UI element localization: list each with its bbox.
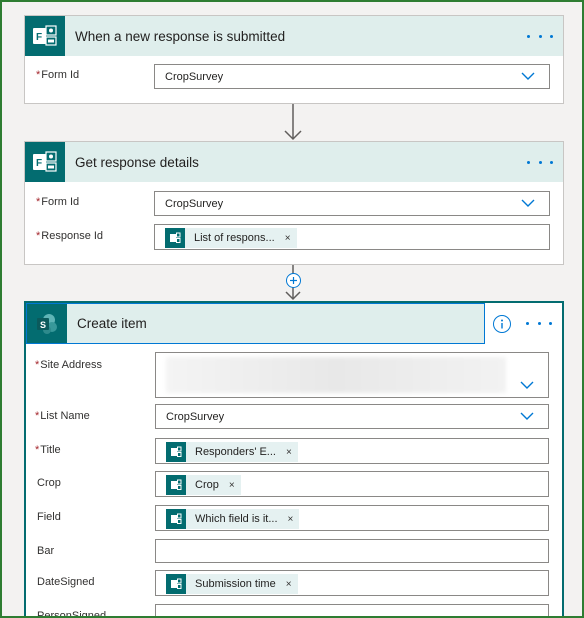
forms-icon: F — [25, 142, 65, 182]
date-signed-field[interactable]: Submission time × — [155, 570, 549, 596]
more-options-icon[interactable] — [527, 154, 553, 170]
create-item-card: S Create item *Site Address *List Name C… — [24, 301, 564, 618]
forms-icon — [166, 509, 186, 529]
forms-icon — [166, 475, 186, 495]
create-item-title: Create item — [77, 316, 147, 331]
title-field[interactable]: Responders' E... × — [155, 438, 549, 464]
chevron-down-icon — [521, 72, 535, 80]
more-options-icon[interactable] — [526, 315, 552, 331]
crop-token[interactable]: Crop × — [166, 475, 241, 495]
get-details-card: F Get response details *Form Id CropSurv… — [24, 141, 564, 265]
flow-arrow — [284, 104, 302, 141]
forms-icon: F — [25, 16, 65, 56]
date-signed-token[interactable]: Submission time × — [166, 574, 298, 594]
response-id-token[interactable]: List of respons... × — [165, 228, 297, 248]
svg-text:F: F — [36, 158, 42, 169]
site-address-label: *Site Address — [35, 359, 103, 371]
trigger-form-id-label: *Form Id — [36, 69, 80, 81]
title-token-label: Responders' E... — [195, 446, 276, 458]
remove-token-icon[interactable]: × — [288, 514, 294, 525]
title-token[interactable]: Responders' E... × — [166, 442, 298, 462]
remove-token-icon[interactable]: × — [285, 233, 291, 244]
add-step-icon[interactable] — [286, 273, 301, 288]
trigger-form-id-value: CropSurvey — [165, 71, 224, 83]
response-id-label: *Response Id — [36, 230, 104, 242]
remove-token-icon[interactable]: × — [286, 447, 292, 458]
get-details-form-id-dropdown[interactable]: CropSurvey — [154, 191, 550, 216]
date-signed-label: DateSigned — [37, 576, 95, 588]
crop-label: Crop — [37, 477, 61, 489]
forms-icon — [166, 442, 186, 462]
person-signed-field[interactable] — [155, 604, 549, 618]
chevron-down-icon — [521, 199, 535, 207]
get-details-form-id-value: CropSurvey — [165, 198, 224, 210]
list-name-dropdown[interactable]: CropSurvey — [155, 404, 549, 429]
trigger-form-id-dropdown[interactable]: CropSurvey — [154, 64, 550, 89]
field-token-label: Which field is it... — [195, 513, 278, 525]
trigger-title: When a new response is submitted — [75, 28, 286, 44]
field-field[interactable]: Which field is it... × — [155, 505, 549, 531]
bar-field[interactable] — [155, 539, 549, 563]
field-label: Field — [37, 511, 61, 523]
list-name-label: *List Name — [35, 410, 90, 422]
site-address-field[interactable] — [155, 352, 549, 398]
response-id-token-label: List of respons... — [194, 232, 275, 244]
forms-icon — [166, 574, 186, 594]
more-options-icon[interactable] — [527, 28, 553, 44]
crop-token-label: Crop — [195, 479, 219, 491]
get-details-form-id-label: *Form Id — [36, 196, 80, 208]
info-icon[interactable] — [493, 315, 511, 333]
response-id-field[interactable]: List of respons... × — [154, 224, 550, 250]
crop-field[interactable]: Crop × — [155, 471, 549, 497]
forms-icon — [165, 228, 185, 248]
date-signed-token-label: Submission time — [195, 578, 276, 590]
site-address-redacted — [166, 357, 506, 393]
chevron-down-icon — [520, 381, 534, 389]
sharepoint-icon: S — [27, 304, 67, 343]
title-label: *Title — [35, 444, 61, 456]
list-name-value: CropSurvey — [166, 411, 225, 423]
trigger-card-header[interactable]: F When a new response is submitted — [25, 16, 563, 56]
get-details-card-header[interactable]: F Get response details — [25, 142, 563, 182]
remove-token-icon[interactable]: × — [229, 480, 235, 491]
remove-token-icon[interactable]: × — [286, 579, 292, 590]
trigger-card: F When a new response is submitted *Form… — [24, 15, 564, 104]
bar-label: Bar — [37, 545, 55, 557]
person-signed-label: PersonSigned — [37, 610, 107, 618]
svg-text:F: F — [36, 32, 42, 43]
chevron-down-icon — [520, 412, 534, 420]
field-token[interactable]: Which field is it... × — [166, 509, 300, 529]
svg-text:S: S — [40, 320, 46, 330]
create-item-card-header[interactable]: S Create item — [26, 303, 485, 344]
get-details-title: Get response details — [75, 154, 199, 170]
